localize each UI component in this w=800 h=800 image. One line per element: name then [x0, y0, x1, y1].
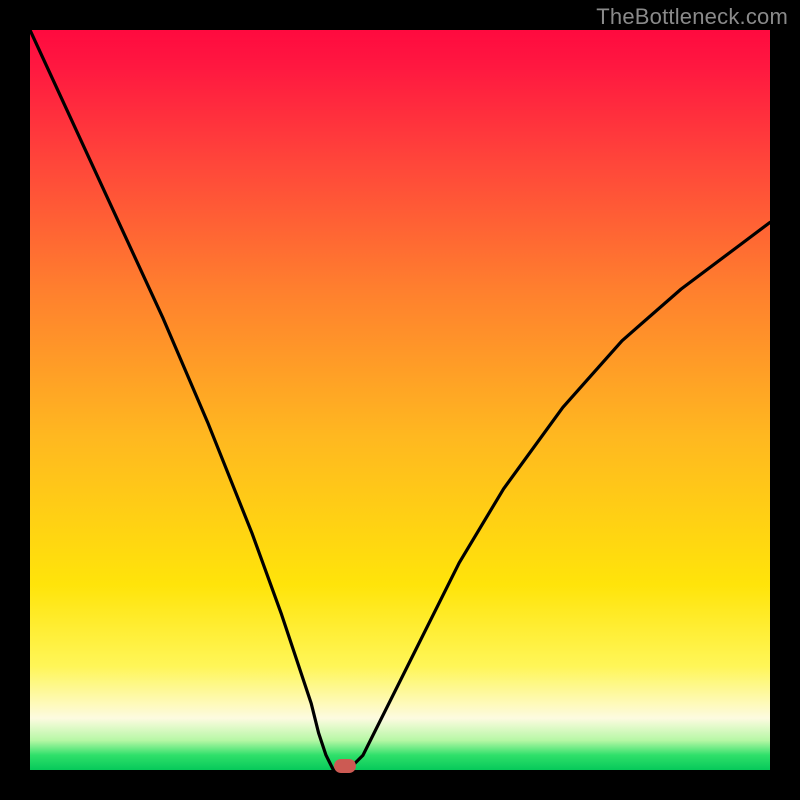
bottleneck-marker	[334, 759, 356, 773]
chart-stage: TheBottleneck.com	[0, 0, 800, 800]
bottleneck-curve	[30, 30, 770, 770]
watermark-text: TheBottleneck.com	[596, 4, 788, 30]
curve-svg	[30, 30, 770, 770]
plot-area	[30, 30, 770, 770]
